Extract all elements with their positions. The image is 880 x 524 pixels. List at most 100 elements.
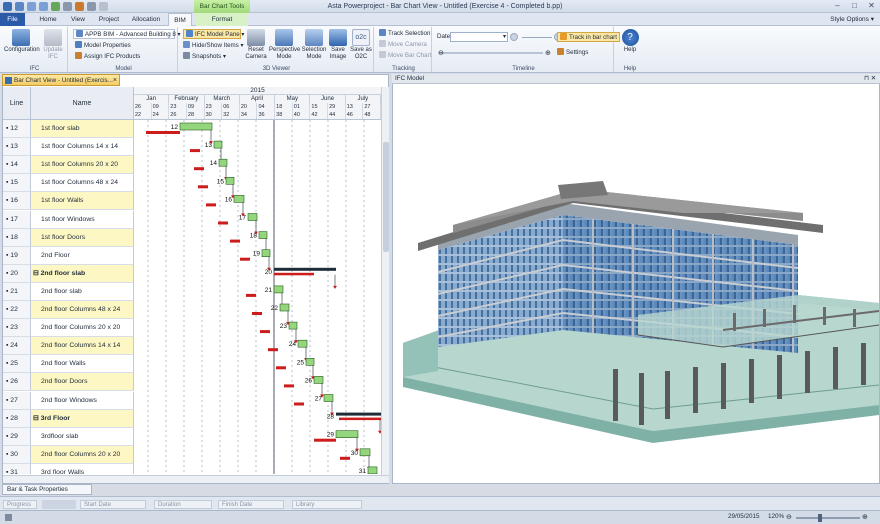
pane-pin-close-icon[interactable]: ⊓ ✕ [864,74,876,84]
task-bar[interactable] [359,448,371,457]
bar-chart-doc-tab[interactable]: Bar Chart View - Untitled (Exercis... × [2,74,120,86]
duration-field[interactable]: Duration [154,500,212,509]
row-line-number[interactable]: ▪ 23 [3,319,31,338]
model-properties-button[interactable]: Model Properties [75,41,131,51]
row-task-name[interactable]: 1st floor Columns 20 x 20 [31,156,134,175]
baseline-bar[interactable] [240,257,250,261]
summary-baseline-bar[interactable] [339,417,381,421]
bar-label[interactable]: 31 [359,468,367,474]
baseline-bar[interactable] [190,149,200,153]
task-bar[interactable] [288,321,298,330]
ifc-model-pane-button[interactable]: IFC Model Pane ▾ [183,29,245,39]
link-arrow[interactable] [333,285,337,289]
zoom-in-icon[interactable]: ⊕ [862,513,868,521]
bar-label[interactable]: 13 [205,142,213,149]
3d-model-view[interactable] [393,85,880,483]
task-bar[interactable] [261,249,271,257]
row-line-number[interactable]: ▪ 17 [3,210,31,229]
baseline-bar[interactable] [260,330,270,334]
undo-icon[interactable] [27,2,36,11]
tab-bim[interactable]: BIM [168,13,192,27]
row-task-name[interactable]: 2nd floor Doors [31,373,134,392]
close-tab-icon[interactable]: × [113,75,117,86]
print-icon[interactable] [63,2,72,11]
row-task-name[interactable]: 2nd floor Columns 14 x 14 [31,337,134,356]
minimize-button[interactable]: – [829,1,846,11]
row-line-number[interactable]: ▪ 24 [3,337,31,356]
style-options-button[interactable]: Style Options ▾ [830,13,874,26]
task-bar[interactable] [179,122,213,131]
check-icon[interactable] [87,2,96,11]
row-line-number[interactable]: ▪ 15 [3,174,31,193]
track-selection-button[interactable]: Track Selection [379,29,430,39]
row-task-name[interactable]: 3rdfloor slab [31,427,134,446]
bar-label[interactable]: 18 [250,233,258,240]
bar-label[interactable]: 16 [225,196,233,203]
summary-bar[interactable] [336,412,381,416]
row-task-name[interactable]: 2nd floor Columns 48 x 24 [31,301,134,319]
horizontal-scrollbar[interactable] [3,475,389,483]
bar-label[interactable]: 27 [315,396,323,403]
bar-label[interactable]: 17 [239,215,247,222]
move-bar-chart-button[interactable]: Move Bar Chart [379,51,431,61]
bar-label[interactable]: 21 [265,287,273,294]
bar-label[interactable]: 29 [327,432,335,439]
scroll-thumb[interactable] [383,142,389,252]
row-line-number[interactable]: ▪ 26 [3,373,31,392]
row-task-name[interactable]: 1st floor Columns 48 x 24 [31,174,134,193]
timeline-settings-button[interactable]: Settings [557,48,588,58]
task-bar[interactable] [367,466,378,474]
row-task-name[interactable]: 1st floor slab [31,120,134,138]
row-task-name[interactable]: 1st floor Walls [31,192,134,211]
bar-label[interactable]: 12 [171,124,179,131]
row-task-name[interactable]: 2nd floor Columns 20 x 20 [31,319,134,338]
baseline-bar[interactable] [206,203,216,207]
bar-label[interactable]: 24 [289,341,297,348]
summary-bar[interactable] [274,267,336,271]
palette-icon[interactable] [51,2,60,11]
baseline-bar[interactable] [252,312,262,315]
task-bar[interactable] [247,213,258,221]
baseline-bar[interactable] [294,402,304,406]
row-line-number[interactable]: ▪ 31 [3,463,31,474]
bar-task-properties-tab[interactable]: Bar & Task Properties [2,484,92,495]
task-bar[interactable] [297,339,308,348]
row-task-name[interactable]: ⊟ 3rd Floor [31,409,134,428]
timeline-plus-icon[interactable]: ⊕ [545,49,551,57]
baseline-bar[interactable] [218,221,228,225]
tab-file[interactable]: File [0,13,25,26]
name-column-header[interactable]: Name [31,87,134,120]
maximize-button[interactable]: □ [846,1,863,11]
row-line-number[interactable]: ▪ 16 [3,192,31,211]
redo-icon[interactable] [39,2,48,11]
row-line-number[interactable]: ▪ 20 [3,264,31,283]
task-bar[interactable] [313,376,324,384]
update-ifc-button[interactable]: Update IFC [40,29,66,61]
row-line-number[interactable]: ▪ 12 [3,120,31,138]
zoom-slider[interactable] [796,517,860,519]
zoom-out-icon[interactable]: ⊖ [786,513,792,521]
reset-camera-button[interactable]: Reset Camera [244,29,268,61]
task-bar[interactable] [258,231,268,239]
progress-nav-icons[interactable] [42,500,76,509]
gantt-chart-area[interactable]: 12 13 14 15 16 17 18 19 20 21 22 23 24 25 26 27 28 29 30 31 [134,120,381,474]
row-task-name[interactable]: ⊟ 2nd floor slab [31,264,134,283]
row-line-number[interactable]: ▪ 27 [3,391,31,410]
bar-label[interactable]: 22 [271,305,279,312]
baseline-bar[interactable] [146,131,180,134]
selection-mode-button[interactable]: Selection Mode [300,29,328,61]
task-bar[interactable] [213,140,223,149]
bar-label[interactable]: 26 [305,377,313,384]
row-line-number[interactable]: ▪ 14 [3,156,31,175]
snapshots-button[interactable]: Snapshots ▾ [183,52,226,62]
finish-date-field[interactable]: Finish Date [218,500,284,509]
tab-allocation[interactable]: Allocation [126,13,166,26]
task-bar[interactable] [225,176,235,185]
hide-show-items-button[interactable]: Hide/Show Items ▾ [183,41,244,51]
row-line-number[interactable]: ▪ 21 [3,282,31,301]
timeline-track[interactable] [439,52,543,54]
baseline-bar[interactable] [276,366,286,370]
tab-project[interactable]: Project [94,13,124,26]
row-line-number[interactable]: ▪ 22 [3,301,31,319]
library-field[interactable]: Library [292,500,362,509]
